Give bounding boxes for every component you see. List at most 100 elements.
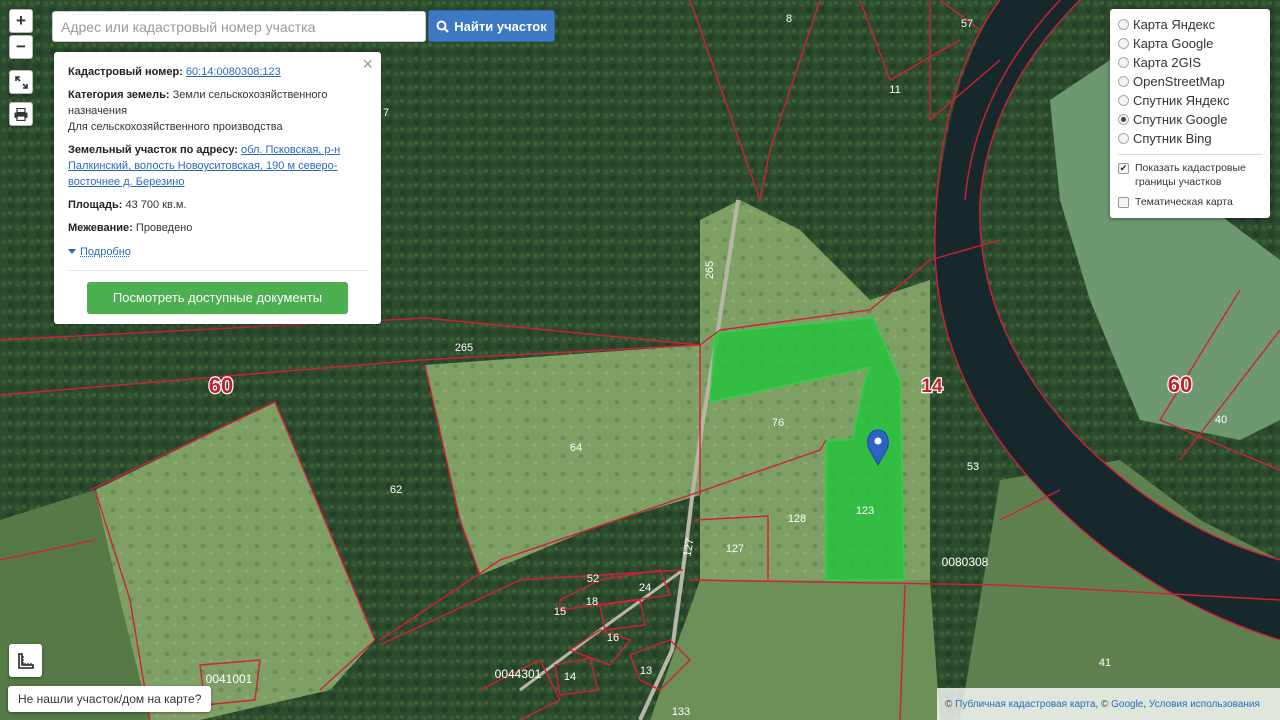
ruler-button[interactable] (9, 644, 42, 677)
search-button[interactable]: Найти участок (428, 10, 555, 42)
details-link[interactable]: Подробно (68, 244, 131, 260)
attribution-link-cadastral[interactable]: Публичная кадастровая карта (955, 699, 1095, 710)
radio-icon (1118, 76, 1129, 87)
land-use-value: Для сельскохозяйственного производства (68, 121, 283, 133)
cadastral-number-link[interactable]: 60:14:0080308:123 (186, 66, 281, 78)
layer-label: Карта 2GIS (1133, 55, 1202, 70)
layer-label: Карта Яндекс (1133, 17, 1216, 32)
address-label: Земельный участок по адресу: (68, 144, 238, 156)
survey-row: Межевание: Проведено (68, 220, 367, 236)
attribution-link-google[interactable]: Google (1111, 699, 1143, 710)
divider (1118, 154, 1262, 155)
radio-icon (1118, 38, 1129, 49)
quarter-label: 0080308 (942, 555, 989, 569)
parcel-label: 15 (554, 606, 566, 618)
radio-icon (1118, 57, 1129, 68)
checkbox-checked-icon: ✔ (1118, 163, 1129, 174)
divider (68, 269, 367, 271)
area-row: Площадь: 43 700 кв.м. (68, 197, 367, 213)
parcel-label-selected: 123 (856, 505, 874, 517)
cadastral-number-row: Кадастровый номер: 60:14:0080308:123 (68, 64, 367, 80)
survey-value: Проведено (135, 222, 193, 234)
zoom-in-button[interactable]: + (9, 9, 33, 33)
layer-label: Спутник Bing (1133, 131, 1212, 146)
parcel-label: 7 (383, 107, 389, 119)
land-category-row: Категория земель: Земли сельскохозяйстве… (68, 87, 367, 135)
checkbox-label: Показать кадастровые границы участков (1135, 162, 1246, 188)
parcel-label: 127 (726, 543, 744, 555)
parcel-label: 11 (889, 84, 900, 96)
layer-option-google-satellite[interactable]: Спутник Google (1118, 110, 1262, 129)
map-attribution: © Публичная кадастровая карта, © Google,… (937, 688, 1280, 720)
not-found-button[interactable]: Не нашли участок/дом на карте? (8, 686, 212, 712)
radio-icon (1118, 95, 1129, 106)
road-label: 265 (704, 261, 716, 279)
quarter-label: 0044301 (495, 667, 542, 681)
parcel-label: 16 (607, 632, 619, 644)
fullscreen-icon (14, 75, 28, 89)
radio-icon (1118, 133, 1129, 144)
land-category-label: Категория земель: (68, 89, 170, 101)
layer-option-bing-satellite[interactable]: Спутник Bing (1118, 129, 1262, 148)
layer-option-yandex-satellite[interactable]: Спутник Яндекс (1118, 91, 1262, 110)
parcel-label: 128 (788, 513, 806, 525)
search-input[interactable] (52, 11, 426, 42)
layer-label: Спутник Яндекс (1133, 93, 1230, 108)
map-layers-panel: Карта Яндекс Карта Google Карта 2GIS Ope… (1110, 9, 1270, 218)
print-button[interactable] (9, 102, 33, 126)
fullscreen-button[interactable] (9, 70, 33, 94)
cadastral-number-label: Кадастровый номер: (68, 66, 183, 78)
print-icon (14, 107, 28, 121)
checkbox-label: Тематическая карта (1135, 196, 1233, 208)
parcel-label: 24 (639, 582, 651, 594)
layer-option-2gis[interactable]: Карта 2GIS (1118, 53, 1262, 72)
radio-selected-icon (1118, 114, 1129, 125)
thematic-map-checkbox[interactable]: Тематическая карта (1118, 195, 1262, 209)
parcel-info-panel: × Кадастровый номер: 60:14:0080308:123 К… (54, 52, 381, 324)
layer-option-yandex-map[interactable]: Карта Яндекс (1118, 15, 1262, 34)
details-label: Подробно (80, 245, 131, 258)
parcel-label: 41 (1099, 657, 1111, 669)
parcel-label: 62 (390, 484, 402, 496)
parcel-label: 53 (967, 461, 979, 473)
parcel-label: 57 (961, 18, 973, 30)
zoom-out-button[interactable]: − (9, 35, 33, 59)
attribution-text: © (945, 698, 953, 710)
parcel-label: 64 (570, 442, 582, 454)
parcel-label: 14 (564, 671, 576, 683)
attribution-link-terms[interactable]: Условия использования (1149, 699, 1260, 710)
search-icon (436, 20, 450, 33)
parcel-label: 265 (455, 342, 473, 354)
layer-label: OpenStreetMap (1133, 74, 1225, 89)
layer-label: Спутник Google (1133, 112, 1228, 127)
ruler-icon (17, 652, 34, 669)
quarter-label: 0041001 (206, 672, 253, 686)
chevron-down-icon (68, 249, 76, 254)
layer-label: Карта Google (1133, 36, 1214, 51)
survey-label: Межевание: (68, 222, 133, 234)
checkbox-icon (1118, 197, 1129, 208)
view-documents-button[interactable]: Посмотреть доступные документы (87, 281, 348, 314)
field (650, 580, 940, 720)
region-label: 60 (209, 373, 233, 398)
radio-icon (1118, 19, 1129, 30)
parcel-label: 8 (786, 13, 792, 25)
layer-option-osm[interactable]: OpenStreetMap (1118, 72, 1262, 91)
parcel-label: 76 (772, 417, 784, 429)
show-borders-checkbox[interactable]: ✔ Показать кадастровые границы участков (1118, 161, 1262, 189)
layer-option-google-map[interactable]: Карта Google (1118, 34, 1262, 53)
parcel-label: 13 (640, 665, 652, 677)
attribution-text: , © (1095, 698, 1109, 710)
close-icon[interactable]: × (362, 55, 373, 73)
area-value: 43 700 кв.м. (125, 199, 187, 211)
area-label: Площадь: (68, 199, 123, 211)
district-label: 14 (921, 376, 943, 397)
parcel-label: 133 (672, 706, 690, 718)
address-row: Земельный участок по адресу: обл. Псковс… (68, 142, 367, 190)
search-button-label: Найти участок (454, 18, 547, 34)
parcel-label: 52 (587, 573, 599, 585)
parcel-label: 18 (586, 596, 598, 608)
region-label: 60 (1168, 372, 1192, 397)
attribution-text: , (1143, 698, 1147, 710)
parcel-label: 40 (1215, 414, 1227, 426)
